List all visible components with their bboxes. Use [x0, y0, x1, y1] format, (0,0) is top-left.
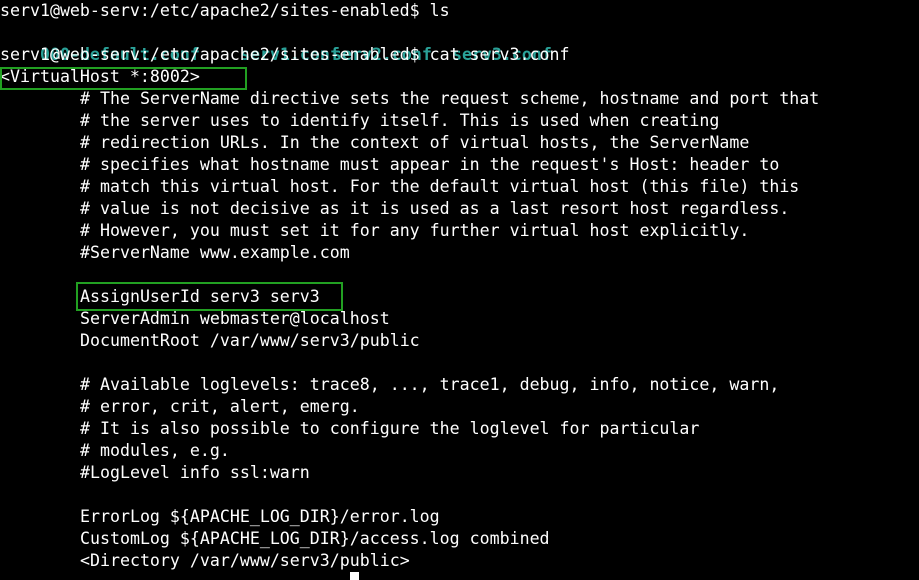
loglevel-line: #LogLevel info ssl:warn [80, 463, 310, 482]
comment-line: # specifies what hostname must appear in… [80, 155, 780, 174]
comment-line: # error, crit, alert, emerg. [80, 397, 360, 416]
error-log-line: ErrorLog ${APACHE_LOG_DIR}/error.log [80, 507, 440, 526]
ls-output-line: 000-default.conf serv1.confserv2.conf serv… [0, 22, 552, 64]
cat-command-line: serv1@web-serv:/etc/apache2/sites-enable… [0, 45, 570, 64]
comment-line: # the server uses to identify itself. Th… [80, 111, 720, 130]
comment-line: # Available loglevels: trace8, ..., trac… [80, 375, 780, 394]
comment-line: # modules, e.g. [80, 441, 230, 460]
ls-command-line: serv1@web-serv:/etc/apache2/sites-enable… [0, 1, 450, 20]
comment-line: # It is also possible to configure the l… [80, 419, 700, 438]
text-cursor [350, 572, 359, 580]
virtualhost-highlight-box [0, 67, 247, 90]
server-admin-line: ServerAdmin webmaster@localhost [80, 309, 390, 328]
document-root-line: DocumentRoot /var/www/serv3/public [80, 331, 420, 350]
comment-line: # match this virtual host. For the defau… [80, 177, 800, 196]
comment-line: # However, you must set it for any furth… [80, 221, 750, 240]
servername-line: #ServerName www.example.com [80, 243, 350, 262]
terminal-window[interactable]: serv1@web-serv:/etc/apache2/sites-enable… [0, 0, 919, 580]
comment-line: # value is not decisive as it is used as… [80, 199, 790, 218]
comment-line: # The ServerName directive sets the requ… [80, 89, 820, 108]
comment-line: # redirection URLs. In the context of vi… [80, 133, 750, 152]
directory-open-tag: <Directory /var/www/serv3/public> [80, 551, 410, 570]
assign-userid-highlight-box [76, 282, 343, 311]
custom-log-line: CustomLog ${APACHE_LOG_DIR}/access.log c… [80, 529, 550, 548]
